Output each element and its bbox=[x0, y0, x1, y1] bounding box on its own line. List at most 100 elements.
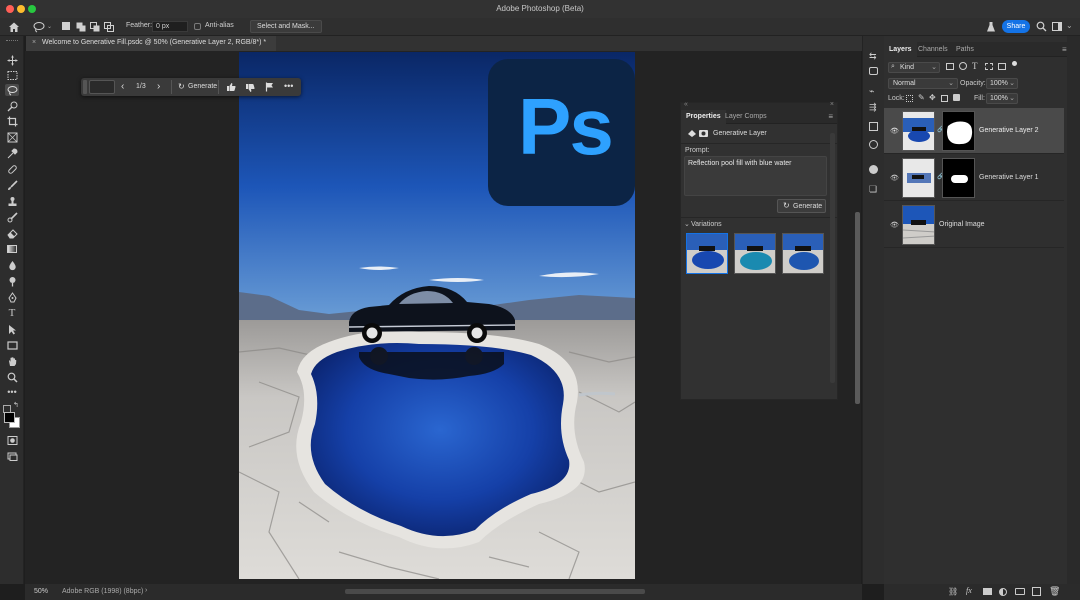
filter-kind-select[interactable]: ⌕ Kind ⌄ bbox=[888, 62, 940, 73]
lock-position-icon[interactable]: ✥ bbox=[929, 93, 936, 102]
filter-smartobject-icon[interactable] bbox=[998, 63, 1006, 70]
brush-settings-icon[interactable]: ⌁ bbox=[869, 86, 874, 97]
properties-scrollbar[interactable] bbox=[830, 133, 835, 383]
layer-row-original-image[interactable]: 👁 Original Image bbox=[884, 202, 1064, 248]
history-brush-tool-icon[interactable] bbox=[5, 211, 19, 223]
tab-layers[interactable]: Layers bbox=[884, 42, 917, 57]
collapse-icon[interactable]: « bbox=[684, 101, 688, 108]
panel-menu-icon[interactable]: ≡ bbox=[1062, 45, 1067, 54]
hand-tool-icon[interactable] bbox=[5, 355, 19, 367]
taskbar-generate-button[interactable]: ↻ Generate bbox=[171, 80, 219, 94]
chevron-down-icon[interactable]: ⌄ bbox=[684, 220, 690, 228]
filter-shape-icon[interactable] bbox=[985, 63, 993, 70]
clone-stamp-tool-icon[interactable] bbox=[5, 195, 19, 207]
layer-comps-icon[interactable]: ❏ bbox=[869, 184, 877, 195]
brush-tool-icon[interactable] bbox=[5, 179, 19, 191]
frame-tool-icon[interactable] bbox=[5, 131, 19, 143]
eraser-tool-icon[interactable] bbox=[5, 227, 19, 239]
object-selection-tool-icon[interactable] bbox=[5, 100, 19, 112]
layer-row-generative-layer-2[interactable]: 👁 🔗 Generative Layer 2 bbox=[884, 108, 1064, 154]
lock-transparent-icon[interactable] bbox=[906, 95, 913, 102]
comments-panel-icon[interactable] bbox=[869, 67, 878, 75]
swatches-icon[interactable] bbox=[869, 165, 878, 174]
opacity-input[interactable]: 100% ⌄ bbox=[986, 78, 1018, 89]
new-layer-icon[interactable] bbox=[1032, 587, 1041, 596]
more-options-icon[interactable]: ••• bbox=[284, 81, 293, 91]
close-tab-icon[interactable]: × bbox=[32, 39, 36, 46]
tab-channels[interactable]: Channels bbox=[918, 46, 948, 53]
layer-row-generative-layer-1[interactable]: 👁 🔗 Generative Layer 1 bbox=[884, 155, 1064, 201]
intersect-selection-icon[interactable] bbox=[104, 22, 114, 34]
screen-mode-icon[interactable] bbox=[5, 450, 19, 462]
zoom-tool-icon[interactable] bbox=[5, 371, 19, 383]
canvas-horizontal-scrollbar[interactable] bbox=[345, 589, 645, 594]
variation-thumbnail-3[interactable] bbox=[782, 233, 824, 274]
subtract-selection-icon[interactable] bbox=[90, 22, 100, 34]
lasso-tool-icon[interactable] bbox=[5, 84, 19, 96]
generate-button[interactable]: ↻ Generate bbox=[777, 199, 826, 213]
feather-input[interactable]: 0 px bbox=[152, 21, 188, 32]
more-tools-icon[interactable]: ••• bbox=[5, 386, 19, 398]
eye-icon[interactable]: 👁 bbox=[890, 127, 899, 135]
filter-pixel-icon[interactable] bbox=[946, 63, 954, 70]
antialias-checkbox[interactable] bbox=[194, 23, 201, 30]
tab-paths[interactable]: Paths bbox=[956, 46, 974, 53]
variation-thumbnail-1[interactable] bbox=[686, 233, 728, 274]
eye-icon[interactable]: 👁 bbox=[890, 174, 899, 182]
type-tool-icon[interactable]: T bbox=[5, 307, 19, 319]
add-mask-icon[interactable] bbox=[983, 588, 992, 595]
crop-tool-icon[interactable] bbox=[5, 115, 19, 127]
prompt-textarea[interactable]: Reflection pool fill with blue water bbox=[684, 156, 827, 196]
previous-variation-icon[interactable]: ‹ bbox=[121, 81, 124, 92]
link-layers-icon[interactable]: ⛓ bbox=[948, 587, 958, 596]
new-selection-icon[interactable] bbox=[62, 22, 70, 30]
swap-colors-icon[interactable]: ↰ bbox=[13, 401, 19, 409]
move-tool-icon[interactable] bbox=[5, 54, 19, 66]
history-panel-icon[interactable]: ⇆ bbox=[869, 51, 877, 62]
libraries-icon[interactable] bbox=[869, 122, 878, 131]
home-icon[interactable] bbox=[8, 21, 20, 35]
gradient-tool-icon[interactable] bbox=[5, 243, 19, 255]
lock-artboard-icon[interactable] bbox=[941, 95, 948, 102]
next-variation-icon[interactable]: › bbox=[157, 81, 160, 92]
flag-icon[interactable] bbox=[265, 82, 275, 94]
path-selection-tool-icon[interactable] bbox=[5, 323, 19, 335]
dodge-tool-icon[interactable] bbox=[5, 275, 19, 287]
chevron-down-icon[interactable]: ⌄ bbox=[47, 23, 52, 30]
rectangle-tool-icon[interactable] bbox=[5, 339, 19, 351]
flask-icon[interactable] bbox=[986, 21, 996, 35]
marquee-tool-icon[interactable] bbox=[5, 69, 19, 81]
blend-mode-select[interactable]: Normal ⌄ bbox=[888, 78, 958, 89]
eye-icon[interactable]: 👁 bbox=[890, 221, 899, 229]
workspace-icon[interactable] bbox=[1052, 22, 1062, 31]
prompt-field[interactable] bbox=[89, 80, 115, 94]
color-panel-icon[interactable] bbox=[869, 140, 878, 149]
panel-menu-icon[interactable]: ≡ bbox=[828, 112, 833, 121]
thumbs-up-icon[interactable] bbox=[226, 82, 236, 94]
adjustment-layer-icon[interactable] bbox=[999, 588, 1007, 596]
filter-toggle-icon[interactable] bbox=[1012, 61, 1017, 66]
chevron-down-icon[interactable]: ⌄ bbox=[1066, 21, 1073, 30]
thumbs-down-icon[interactable] bbox=[245, 83, 255, 95]
foreground-color-swatch[interactable] bbox=[4, 412, 15, 423]
select-and-mask-button[interactable]: Select and Mask... bbox=[250, 20, 322, 33]
lock-all-icon[interactable] bbox=[953, 94, 960, 101]
tab-layer-comps[interactable]: Layer Comps bbox=[725, 113, 767, 120]
blur-tool-icon[interactable] bbox=[5, 259, 19, 271]
variation-thumbnail-2[interactable] bbox=[734, 233, 776, 274]
lock-image-icon[interactable]: ✎ bbox=[918, 93, 925, 102]
filter-adjustment-icon[interactable] bbox=[959, 62, 967, 70]
healing-brush-tool-icon[interactable] bbox=[5, 163, 19, 175]
toolbar-grip[interactable] bbox=[6, 40, 18, 42]
canvas-vertical-scrollbar[interactable] bbox=[855, 212, 860, 404]
add-selection-icon[interactable] bbox=[76, 22, 86, 34]
new-group-icon[interactable] bbox=[1015, 588, 1025, 595]
search-icon[interactable] bbox=[1036, 21, 1047, 34]
zoom-level[interactable]: 50% bbox=[34, 588, 48, 595]
taskbar-grip[interactable] bbox=[83, 80, 87, 94]
pen-tool-icon[interactable] bbox=[5, 291, 19, 303]
chevron-right-icon[interactable]: › bbox=[145, 587, 147, 594]
close-panel-icon[interactable]: × bbox=[830, 101, 834, 108]
fill-input[interactable]: 100% ⌄ bbox=[986, 93, 1018, 104]
layer-style-icon[interactable]: fx bbox=[966, 586, 972, 595]
